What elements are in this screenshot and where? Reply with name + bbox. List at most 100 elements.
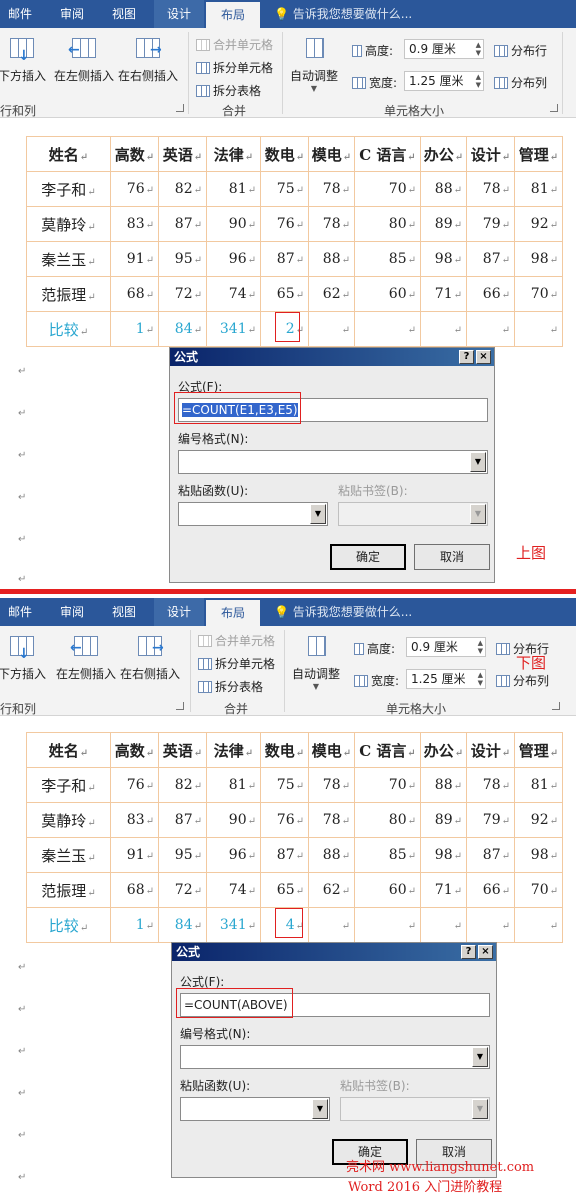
table-cell[interactable]: 60↵ (354, 276, 421, 312)
table-cell[interactable]: 88↵ (308, 241, 355, 277)
table-cell[interactable]: ↵ (514, 907, 563, 943)
header-cell[interactable]: 办公↵ (420, 732, 467, 768)
table-cell[interactable]: 76↵ (110, 171, 159, 207)
insert-left-button[interactable]: ← 在左侧插入 (52, 36, 116, 84)
table-cell[interactable]: 79↵ (466, 206, 515, 242)
table-cell[interactable]: 83↵ (110, 802, 159, 838)
close-button[interactable]: × (476, 350, 491, 364)
table-cell[interactable]: ↵ (308, 907, 355, 943)
header-cell[interactable]: 数电↵ (260, 136, 309, 172)
table-cell[interactable]: 莫静玲↵ (26, 206, 111, 242)
table-cell[interactable]: 87↵ (158, 802, 207, 838)
header-cell[interactable]: 办公↵ (420, 136, 467, 172)
header-cell[interactable]: C 语言↵ (354, 732, 421, 768)
table-cell[interactable]: 87↵ (466, 837, 515, 873)
spinner-arrows-icon[interactable]: ▲ ▼ (476, 73, 481, 89)
header-cell[interactable]: 数电↵ (260, 732, 309, 768)
table-cell[interactable]: 65↵ (260, 872, 309, 908)
paste-bookmark-select[interactable]: ▼ (338, 502, 488, 526)
spinner-arrows-icon[interactable]: ▲ ▼ (478, 671, 483, 687)
header-cell[interactable]: 法律↵ (206, 136, 261, 172)
split-cells-button[interactable]: 拆分单元格 (196, 59, 273, 76)
table-cell[interactable]: 96↵ (206, 837, 261, 873)
chevron-down-icon[interactable]: ▼ (472, 1099, 488, 1119)
tab-view[interactable]: 视图 (100, 598, 148, 626)
table-cell[interactable]: 82↵ (158, 171, 207, 207)
table-cell[interactable]: 90↵ (206, 802, 261, 838)
table-cell[interactable]: 比较↵ (26, 311, 111, 347)
table-cell[interactable]: 78↵ (308, 206, 355, 242)
table-cell[interactable]: 81↵ (514, 171, 563, 207)
spinner-arrows-icon[interactable]: ▲ ▼ (478, 639, 483, 655)
table-cell[interactable]: 75↵ (260, 171, 309, 207)
table-cell[interactable]: 89↵ (420, 802, 467, 838)
insert-right-button[interactable]: → 在右侧插入 (116, 36, 180, 84)
ok-button[interactable]: 确定 (330, 544, 406, 570)
chevron-down-icon[interactable]: ▼ (472, 1047, 488, 1067)
table-cell[interactable]: 76↵ (260, 802, 309, 838)
tab-mailings[interactable]: 邮件 (0, 598, 40, 626)
height-spinner[interactable]: 0.9 厘米 ▲ ▼ (404, 39, 484, 59)
table-cell[interactable]: 80↵ (354, 206, 421, 242)
table-cell[interactable]: 92↵ (514, 802, 563, 838)
header-cell[interactable]: 高数↵ (110, 136, 159, 172)
autofit-button[interactable]: 自动调整 ▼ (288, 634, 344, 691)
tab-layout[interactable]: 布局 (206, 0, 260, 28)
insert-below-button[interactable]: ↓ 下方插入 (0, 634, 48, 682)
table-cell[interactable]: 70↵ (514, 276, 563, 312)
table-cell[interactable]: 90↵ (206, 206, 261, 242)
table-cell[interactable]: 70↵ (354, 767, 421, 803)
tab-review[interactable]: 审阅 (48, 598, 96, 626)
table-cell[interactable]: 81↵ (514, 767, 563, 803)
table-cell[interactable]: 84↵ (158, 907, 207, 943)
number-format-select[interactable]: ▼ (178, 450, 488, 474)
table-cell[interactable]: 87↵ (466, 241, 515, 277)
insert-left-button[interactable]: ← 在左侧插入 (54, 634, 118, 682)
tab-view[interactable]: 视图 (100, 0, 148, 28)
distribute-rows-button[interactable]: 分布行 (494, 42, 547, 59)
cell-size-launcher[interactable] (552, 702, 560, 710)
table-cell[interactable]: 70↵ (514, 872, 563, 908)
table-cell[interactable]: ↵ (354, 311, 421, 347)
split-cells-button[interactable]: 拆分单元格 (198, 655, 275, 672)
table-cell[interactable]: 84↵ (158, 311, 207, 347)
table-cell[interactable]: 莫静玲↵ (26, 802, 111, 838)
header-cell[interactable]: 高数↵ (110, 732, 159, 768)
table-cell[interactable]: 95↵ (158, 241, 207, 277)
table-cell[interactable]: ↵ (308, 311, 355, 347)
table-cell[interactable]: 71↵ (420, 872, 467, 908)
paste-function-select[interactable]: ▼ (180, 1097, 330, 1121)
table-cell[interactable]: 78↵ (308, 171, 355, 207)
insert-below-button[interactable]: ↓ 下方插入 (0, 36, 48, 84)
table-cell[interactable]: 72↵ (158, 872, 207, 908)
table-cell[interactable]: 1↵ (110, 907, 159, 943)
header-cell[interactable]: 英语↵ (158, 732, 207, 768)
table-cell[interactable]: 87↵ (158, 206, 207, 242)
rows-cols-launcher[interactable] (176, 104, 184, 112)
table-cell[interactable]: 82↵ (158, 767, 207, 803)
table-cell[interactable]: 78↵ (466, 767, 515, 803)
table-cell[interactable]: 62↵ (308, 872, 355, 908)
table-cell[interactable]: 88↵ (420, 171, 467, 207)
number-format-select[interactable]: ▼ (180, 1045, 490, 1069)
tell-me-box[interactable]: 💡 告诉我您想要做什么... (274, 0, 412, 28)
table-cell[interactable]: 85↵ (354, 837, 421, 873)
width-spinner[interactable]: 1.25 厘米 ▲ ▼ (404, 71, 484, 91)
table-cell[interactable]: 68↵ (110, 872, 159, 908)
table-cell[interactable]: 78↵ (308, 802, 355, 838)
table-cell[interactable]: 李子和↵ (26, 171, 111, 207)
table-cell[interactable]: 66↵ (466, 872, 515, 908)
table-cell[interactable]: 66↵ (466, 276, 515, 312)
table-cell[interactable]: 65↵ (260, 276, 309, 312)
header-cell[interactable]: 模电↵ (308, 136, 355, 172)
table-cell[interactable]: 88↵ (420, 767, 467, 803)
table-cell[interactable]: 87↵ (260, 837, 309, 873)
table-cell[interactable]: ↵ (420, 907, 467, 943)
table-cell[interactable]: 李子和↵ (26, 767, 111, 803)
table-cell[interactable]: 76↵ (260, 206, 309, 242)
chevron-down-icon[interactable]: ▼ (470, 452, 486, 472)
height-spinner[interactable]: 0.9 厘米 ▲ ▼ (406, 637, 486, 657)
table-cell[interactable]: 88↵ (308, 837, 355, 873)
table-cell[interactable]: 75↵ (260, 767, 309, 803)
table-cell[interactable]: 比较↵ (26, 907, 111, 943)
